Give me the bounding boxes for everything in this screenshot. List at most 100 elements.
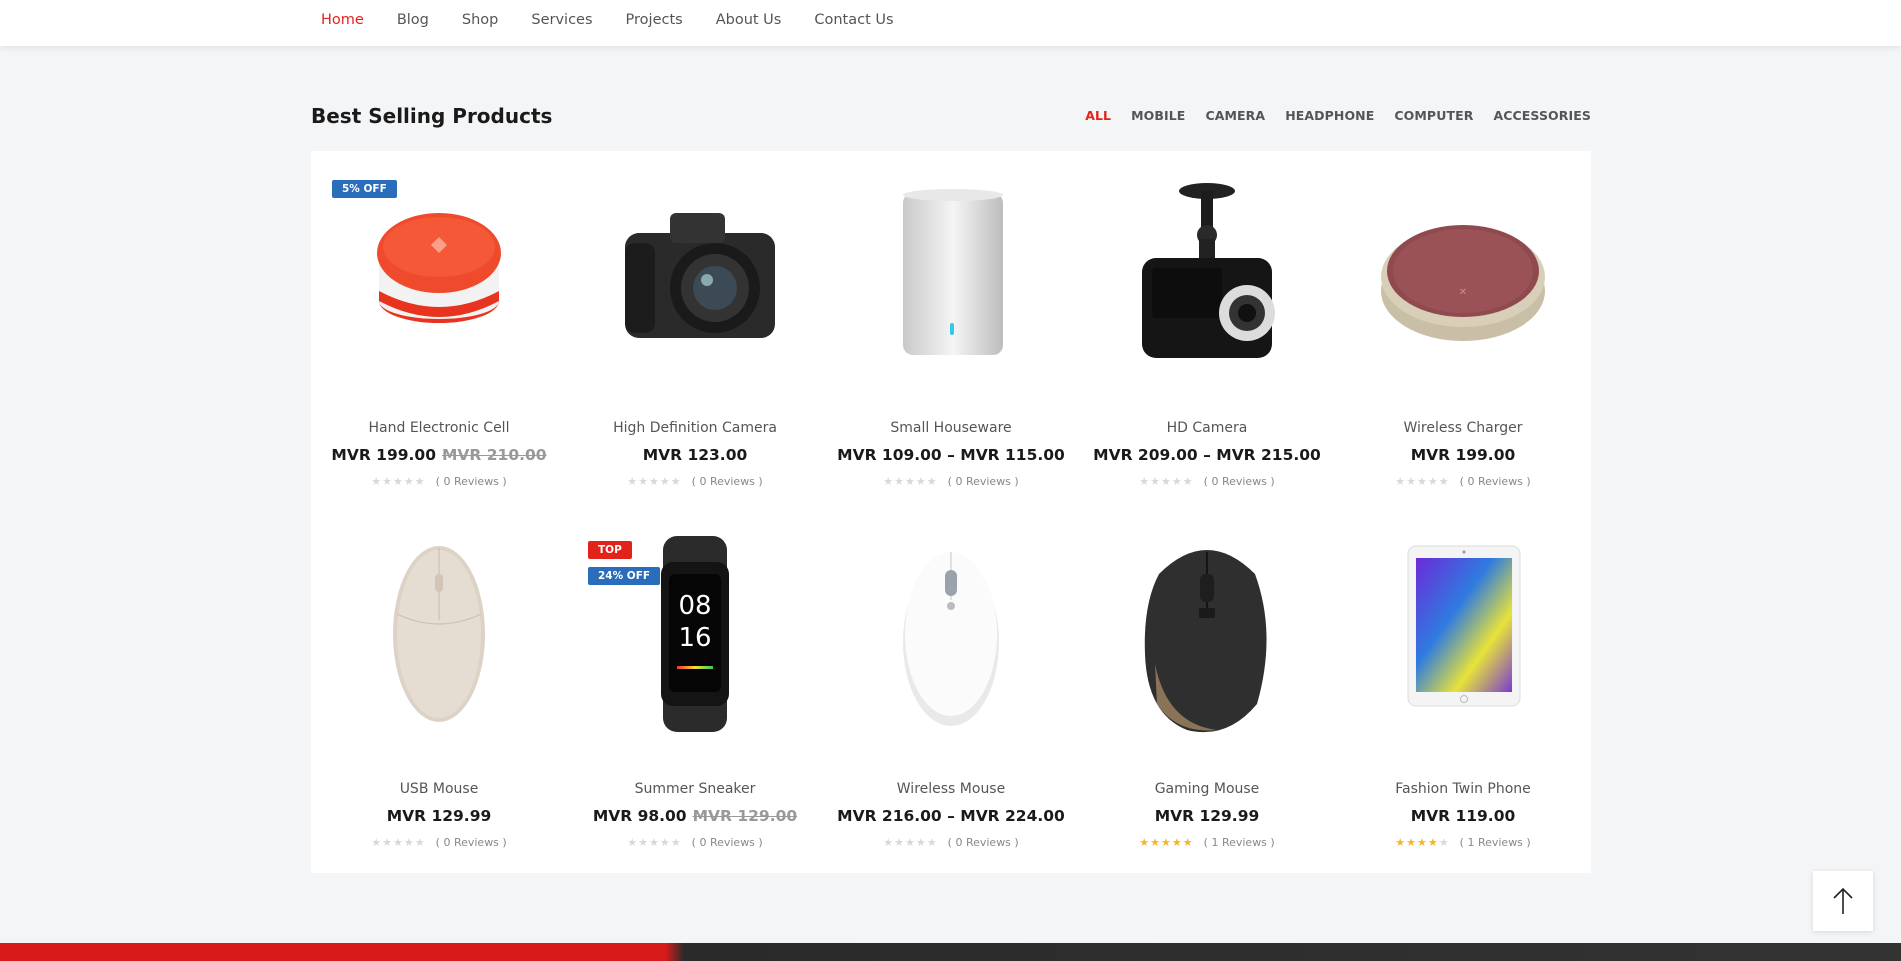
- star-icon: ★: [894, 836, 906, 849]
- nav-item-home[interactable]: Home: [321, 10, 364, 30]
- fitness-band-icon[interactable]: 08 16: [595, 534, 795, 734]
- star-icon: ★: [1417, 836, 1428, 849]
- star-icon: ★: [894, 475, 906, 488]
- filter-accessories[interactable]: ACCESSORIES: [1493, 108, 1591, 123]
- current-price: MVR 216.00 – MVR 224.00: [837, 807, 1065, 825]
- current-price: MVR 109.00 – MVR 115.00: [837, 446, 1065, 464]
- product-name[interactable]: Small Houseware: [823, 420, 1079, 436]
- star-icon: ★: [905, 475, 916, 488]
- star-icon: ★: [638, 475, 650, 488]
- star-icon: ★: [371, 475, 383, 488]
- dash-camera-icon[interactable]: [1107, 173, 1307, 373]
- cylinder-speaker-icon[interactable]: [851, 173, 1051, 373]
- product-name[interactable]: Wireless Charger: [1335, 420, 1591, 436]
- product-card[interactable]: HD Camera MVR 209.00 – MVR 215.00 ★★★★★( 0…: [1079, 151, 1335, 512]
- product-name[interactable]: USB Mouse: [311, 781, 567, 797]
- star-icon: ★: [1406, 475, 1418, 488]
- svg-text:✕: ✕: [1459, 287, 1467, 298]
- product-card[interactable]: Wireless Mouse MVR 216.00 – MVR 224.00 ★★★…: [823, 512, 1079, 873]
- wireless-charger-icon[interactable]: ✕: [1363, 173, 1563, 373]
- current-price: MVR 123.00: [642, 446, 748, 464]
- review-count[interactable]: ( 0 Reviews ): [692, 475, 763, 488]
- nav-item-about-us[interactable]: About Us: [716, 10, 782, 30]
- product-name[interactable]: High Definition Camera: [567, 420, 823, 436]
- wireless-mouse-icon[interactable]: [851, 534, 1051, 734]
- review-count[interactable]: ( 1 Reviews ): [1460, 836, 1531, 849]
- product-price: MVR 123.00: [567, 446, 823, 464]
- filter-all[interactable]: ALL: [1085, 108, 1111, 123]
- product-price: MVR 109.00 – MVR 115.00: [823, 446, 1079, 464]
- star-rating: ★★★★★: [1395, 475, 1449, 488]
- product-price: MVR 119.00: [1335, 807, 1591, 825]
- review-count[interactable]: ( 0 Reviews ): [1204, 475, 1275, 488]
- product-card[interactable]: 08 16 TOP 24% OFF Summer Sneaker MVR 98.00 M…: [567, 512, 823, 873]
- nav-item-contact-us[interactable]: Contact Us: [814, 10, 893, 30]
- star-icon: ★: [1139, 475, 1151, 488]
- star-icon: ★: [1150, 475, 1162, 488]
- product-name[interactable]: HD Camera: [1079, 420, 1335, 436]
- review-count[interactable]: ( 0 Reviews ): [1460, 475, 1531, 488]
- star-icon: ★: [1395, 475, 1407, 488]
- product-name[interactable]: Hand Electronic Cell: [311, 420, 567, 436]
- star-icon: ★: [670, 475, 682, 488]
- discount-badge: TOP: [588, 541, 632, 559]
- product-card[interactable]: USB Mouse MVR 129.99 ★★★★★( 0 Reviews ): [311, 512, 567, 873]
- star-icon: ★: [1438, 475, 1450, 488]
- review-count[interactable]: ( 1 Reviews ): [1204, 836, 1275, 849]
- star-icon: ★: [414, 475, 426, 488]
- back-to-top-button[interactable]: [1813, 871, 1873, 931]
- product-rating: ★★★★★( 1 Reviews ): [1079, 836, 1335, 849]
- product-name[interactable]: Fashion Twin Phone: [1335, 781, 1591, 797]
- product-card[interactable]: ✕ Wireless Charger MVR 199.00 ★★★★★( 0 Rev…: [1335, 151, 1591, 512]
- current-price: MVR 129.99: [1154, 807, 1260, 825]
- nav-item-shop[interactable]: Shop: [462, 10, 498, 30]
- review-count[interactable]: ( 0 Reviews ): [436, 836, 507, 849]
- usb-mouse-icon[interactable]: [339, 534, 539, 734]
- tablet-icon[interactable]: [1363, 534, 1563, 734]
- band-minute: 16: [678, 623, 711, 653]
- star-rating: ★★★★★: [883, 836, 937, 849]
- old-price: MVR 210.00: [442, 446, 547, 464]
- product-price: MVR 199.00 MVR 210.00: [311, 446, 567, 464]
- filter-camera[interactable]: CAMERA: [1205, 108, 1265, 123]
- star-icon: ★: [403, 475, 415, 488]
- product-card[interactable]: Gaming Mouse MVR 129.99 ★★★★★( 1 Reviews ): [1079, 512, 1335, 873]
- star-icon: ★: [649, 475, 660, 488]
- filter-headphone[interactable]: HEADPHONE: [1285, 108, 1374, 123]
- nav-item-services[interactable]: Services: [531, 10, 592, 30]
- dslr-camera-icon[interactable]: [595, 173, 795, 373]
- gaming-mouse-icon[interactable]: [1107, 534, 1307, 734]
- product-name[interactable]: Gaming Mouse: [1079, 781, 1335, 797]
- filter-computer[interactable]: COMPUTER: [1394, 108, 1473, 123]
- arrow-up-icon: [1833, 887, 1853, 914]
- review-count[interactable]: ( 0 Reviews ): [692, 836, 763, 849]
- nav-menu: Home Blog Shop Services Projects About Us Cont…: [321, 10, 927, 30]
- star-rating: ★★★★★: [1395, 836, 1449, 849]
- smart-speaker-icon[interactable]: [339, 173, 539, 373]
- star-icon: ★: [670, 836, 682, 849]
- star-icon: ★: [1161, 836, 1172, 849]
- product-rating: ★★★★★( 0 Reviews ): [567, 475, 823, 488]
- star-icon: ★: [1395, 836, 1407, 849]
- product-price: MVR 216.00 – MVR 224.00: [823, 807, 1079, 825]
- product-card[interactable]: Fashion Twin Phone MVR 119.00 ★★★★★( 1 Rev…: [1335, 512, 1591, 873]
- nav-item-blog[interactable]: Blog: [397, 10, 429, 30]
- filter-mobile[interactable]: MOBILE: [1131, 108, 1185, 123]
- star-rating: ★★★★★: [883, 475, 937, 488]
- review-count[interactable]: ( 0 Reviews ): [948, 836, 1019, 849]
- star-icon: ★: [1161, 475, 1172, 488]
- product-card[interactable]: 5% OFF Hand Electronic Cell MVR 199.00 MVR …: [311, 151, 567, 512]
- nav-item-projects[interactable]: Projects: [626, 10, 683, 30]
- current-price: MVR 199.00: [331, 446, 436, 464]
- category-filters: ALL MOBILE CAMERA HEADPHONE COMPUTER ACCESSOR…: [1065, 108, 1591, 123]
- review-count[interactable]: ( 0 Reviews ): [436, 475, 507, 488]
- band-hour: 08: [678, 591, 711, 621]
- review-count[interactable]: ( 0 Reviews ): [948, 475, 1019, 488]
- current-price: MVR 209.00 – MVR 215.00: [1093, 446, 1321, 464]
- product-card[interactable]: High Definition Camera MVR 123.00 ★★★★★( 0…: [567, 151, 823, 512]
- product-card[interactable]: Small Houseware MVR 109.00 – MVR 115.00 ★★…: [823, 151, 1079, 512]
- product-name[interactable]: Wireless Mouse: [823, 781, 1079, 797]
- star-icon: ★: [915, 836, 927, 849]
- product-name[interactable]: Summer Sneaker: [567, 781, 823, 797]
- product-price: MVR 129.99: [1079, 807, 1335, 825]
